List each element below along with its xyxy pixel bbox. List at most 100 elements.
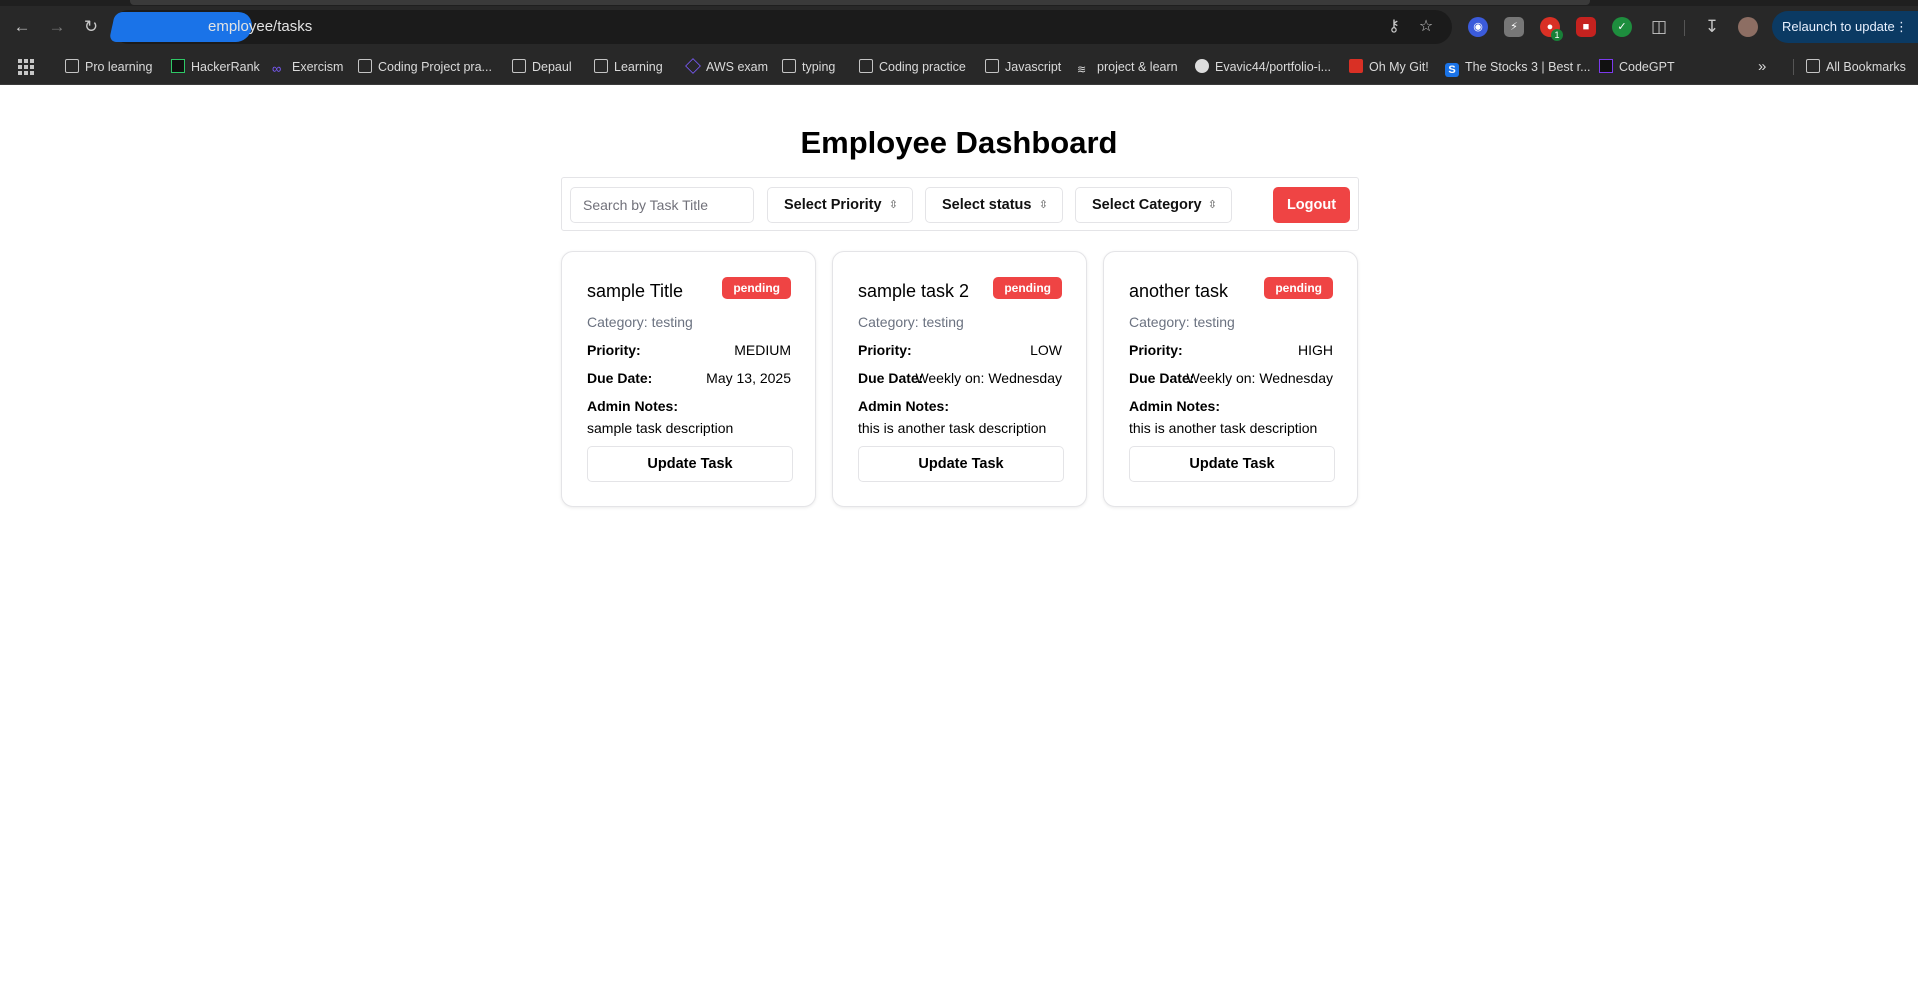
folder-icon xyxy=(594,59,608,73)
bookmark-link[interactable]: Oh My Git! xyxy=(1349,57,1429,77)
hackerrank-icon xyxy=(171,59,185,73)
due-date-value: May 13, 2025 xyxy=(706,370,791,386)
bookmark-folder[interactable]: Coding practice xyxy=(859,57,966,77)
task-card: sample Title pending Category: testing P… xyxy=(561,251,816,507)
due-date-label: Due Date: xyxy=(858,370,924,386)
extension-icon[interactable]: ✓ xyxy=(1612,17,1632,37)
priority-label: Priority: xyxy=(858,342,912,358)
link-icon: ≋ xyxy=(1077,64,1087,76)
update-task-button[interactable]: Update Task xyxy=(1129,446,1335,482)
folder-icon xyxy=(65,59,79,73)
folder-icon xyxy=(1806,59,1820,73)
bookmark-folder[interactable]: Depaul xyxy=(512,57,572,77)
stocks-s-icon: S xyxy=(1445,63,1459,77)
search-input[interactable] xyxy=(570,187,754,223)
all-bookmarks-folder[interactable]: All Bookmarks xyxy=(1806,57,1906,77)
browser-toolbar: ← → ↻ employee/tasks ⚷ ☆ ◉ ⚡ ● 1 ■ ✓ ◫ ↧… xyxy=(0,6,1918,48)
folder-icon xyxy=(859,59,873,73)
exercism-icon: ∞ xyxy=(272,61,282,76)
priority-select-label: Select Priority xyxy=(784,197,882,213)
task-card-list: sample Title pending Category: testing P… xyxy=(561,251,1359,507)
address-bar[interactable]: employee/tasks ⚷ ☆ xyxy=(108,10,1452,44)
back-arrow-icon[interactable]: ← xyxy=(9,14,35,40)
extension-icon[interactable]: ⚡ xyxy=(1504,17,1524,37)
bookmarks-bar: Pro learning HackerRank ∞ Exercism Coding… xyxy=(0,48,1918,85)
admin-notes-text: sample task description xyxy=(587,420,734,436)
extension-icon[interactable]: ■ xyxy=(1576,17,1596,37)
bookmark-folder[interactable]: Learning xyxy=(594,57,663,77)
puzzle-extensions-icon[interactable]: ◫ xyxy=(1646,14,1672,40)
logout-button[interactable]: Logout xyxy=(1273,187,1350,223)
admin-notes-text: this is another task description xyxy=(1129,420,1318,436)
bookmark-link[interactable]: S The Stocks 3 | Best r... xyxy=(1445,57,1591,77)
status-badge: pending xyxy=(722,277,791,299)
chevron-up-down-icon: ⇳ xyxy=(1038,199,1048,211)
due-date-value: Weekly on: Wednesday xyxy=(1186,370,1333,386)
bookmark-link[interactable]: ∞ Exercism xyxy=(272,57,343,77)
due-date-label: Due Date: xyxy=(1129,370,1195,386)
priority-label: Priority: xyxy=(587,342,641,358)
due-date-value: Weekly on: Wednesday xyxy=(915,370,1062,386)
update-task-button[interactable]: Update Task xyxy=(858,446,1064,482)
more-menu-icon: ⋮ xyxy=(1895,19,1908,34)
forward-arrow-icon[interactable]: → xyxy=(44,14,70,40)
extension-icon[interactable]: ◉ xyxy=(1468,17,1488,37)
url-text: employee/tasks xyxy=(208,18,313,35)
codegpt-icon xyxy=(1599,59,1613,73)
bookmark-folder[interactable]: Coding Project pra... xyxy=(358,57,492,77)
folder-icon xyxy=(358,59,372,73)
folder-icon xyxy=(512,59,526,73)
category-select-label: Select Category xyxy=(1092,197,1202,213)
task-category: Category: testing xyxy=(858,314,964,330)
task-title: sample Title xyxy=(587,281,684,301)
bookmarks-divider xyxy=(1793,59,1794,75)
github-icon xyxy=(1195,59,1209,73)
relaunch-button[interactable]: Relaunch to update ⋮ xyxy=(1772,11,1918,43)
chevron-up-down-icon: ⇳ xyxy=(1207,199,1217,211)
status-badge: pending xyxy=(993,277,1062,299)
chevron-up-down-icon: ⇳ xyxy=(888,199,898,211)
task-category: Category: testing xyxy=(1129,314,1235,330)
apps-grid-icon[interactable] xyxy=(18,59,34,75)
cube-icon xyxy=(685,58,701,74)
priority-label: Priority: xyxy=(1129,342,1183,358)
task-title: sample task 2 xyxy=(858,281,970,301)
task-title: another task xyxy=(1129,281,1229,301)
due-date-label: Due Date: xyxy=(587,370,653,386)
folder-icon xyxy=(782,59,796,73)
reload-icon[interactable]: ↻ xyxy=(78,14,104,40)
bookmark-link[interactable]: ≋ project & learn xyxy=(1077,57,1178,77)
bookmark-folder[interactable]: Pro learning xyxy=(65,57,152,77)
admin-notes-label: Admin Notes: xyxy=(1129,398,1220,414)
category-select[interactable]: Select Category ⇳ xyxy=(1075,187,1232,223)
priority-select[interactable]: Select Priority ⇳ xyxy=(767,187,913,223)
star-icon[interactable]: ☆ xyxy=(1416,17,1436,37)
filter-bar: Select Priority ⇳ Select status ⇳ Select… xyxy=(561,177,1359,231)
bookmark-folder[interactable]: typing xyxy=(782,57,835,77)
more-bookmarks-chevron-icon[interactable]: » xyxy=(1758,57,1766,77)
bookmark-folder[interactable]: Javascript xyxy=(985,57,1061,77)
admin-notes-label: Admin Notes: xyxy=(587,398,678,414)
bookmark-link[interactable]: AWS exam xyxy=(685,57,768,77)
status-select-label: Select status xyxy=(942,197,1032,213)
download-icon[interactable]: ↧ xyxy=(1699,14,1725,40)
task-card: another task pending Category: testing P… xyxy=(1103,251,1358,507)
task-category: Category: testing xyxy=(587,314,693,330)
admin-notes-label: Admin Notes: xyxy=(858,398,949,414)
task-card: sample task 2 pending Category: testing … xyxy=(832,251,1087,507)
extension-badge: 1 xyxy=(1551,29,1563,41)
profile-avatar[interactable] xyxy=(1738,17,1758,37)
admin-notes-text: this is another task description xyxy=(858,420,1047,436)
priority-value: LOW xyxy=(1030,342,1062,358)
update-task-button[interactable]: Update Task xyxy=(587,446,793,482)
bookmark-link[interactable]: HackerRank xyxy=(171,57,260,77)
page-title: Employee Dashboard xyxy=(800,125,1118,160)
relaunch-label: Relaunch to update xyxy=(1782,19,1895,34)
status-badge: pending xyxy=(1264,277,1333,299)
toolbar-divider xyxy=(1684,20,1685,36)
priority-value: HIGH xyxy=(1298,342,1333,358)
bookmark-link[interactable]: CodeGPT xyxy=(1599,57,1675,77)
key-icon[interactable]: ⚷ xyxy=(1384,17,1404,37)
status-select[interactable]: Select status ⇳ xyxy=(925,187,1063,223)
bookmark-link[interactable]: Evavic44/portfolio-i... xyxy=(1195,57,1331,77)
